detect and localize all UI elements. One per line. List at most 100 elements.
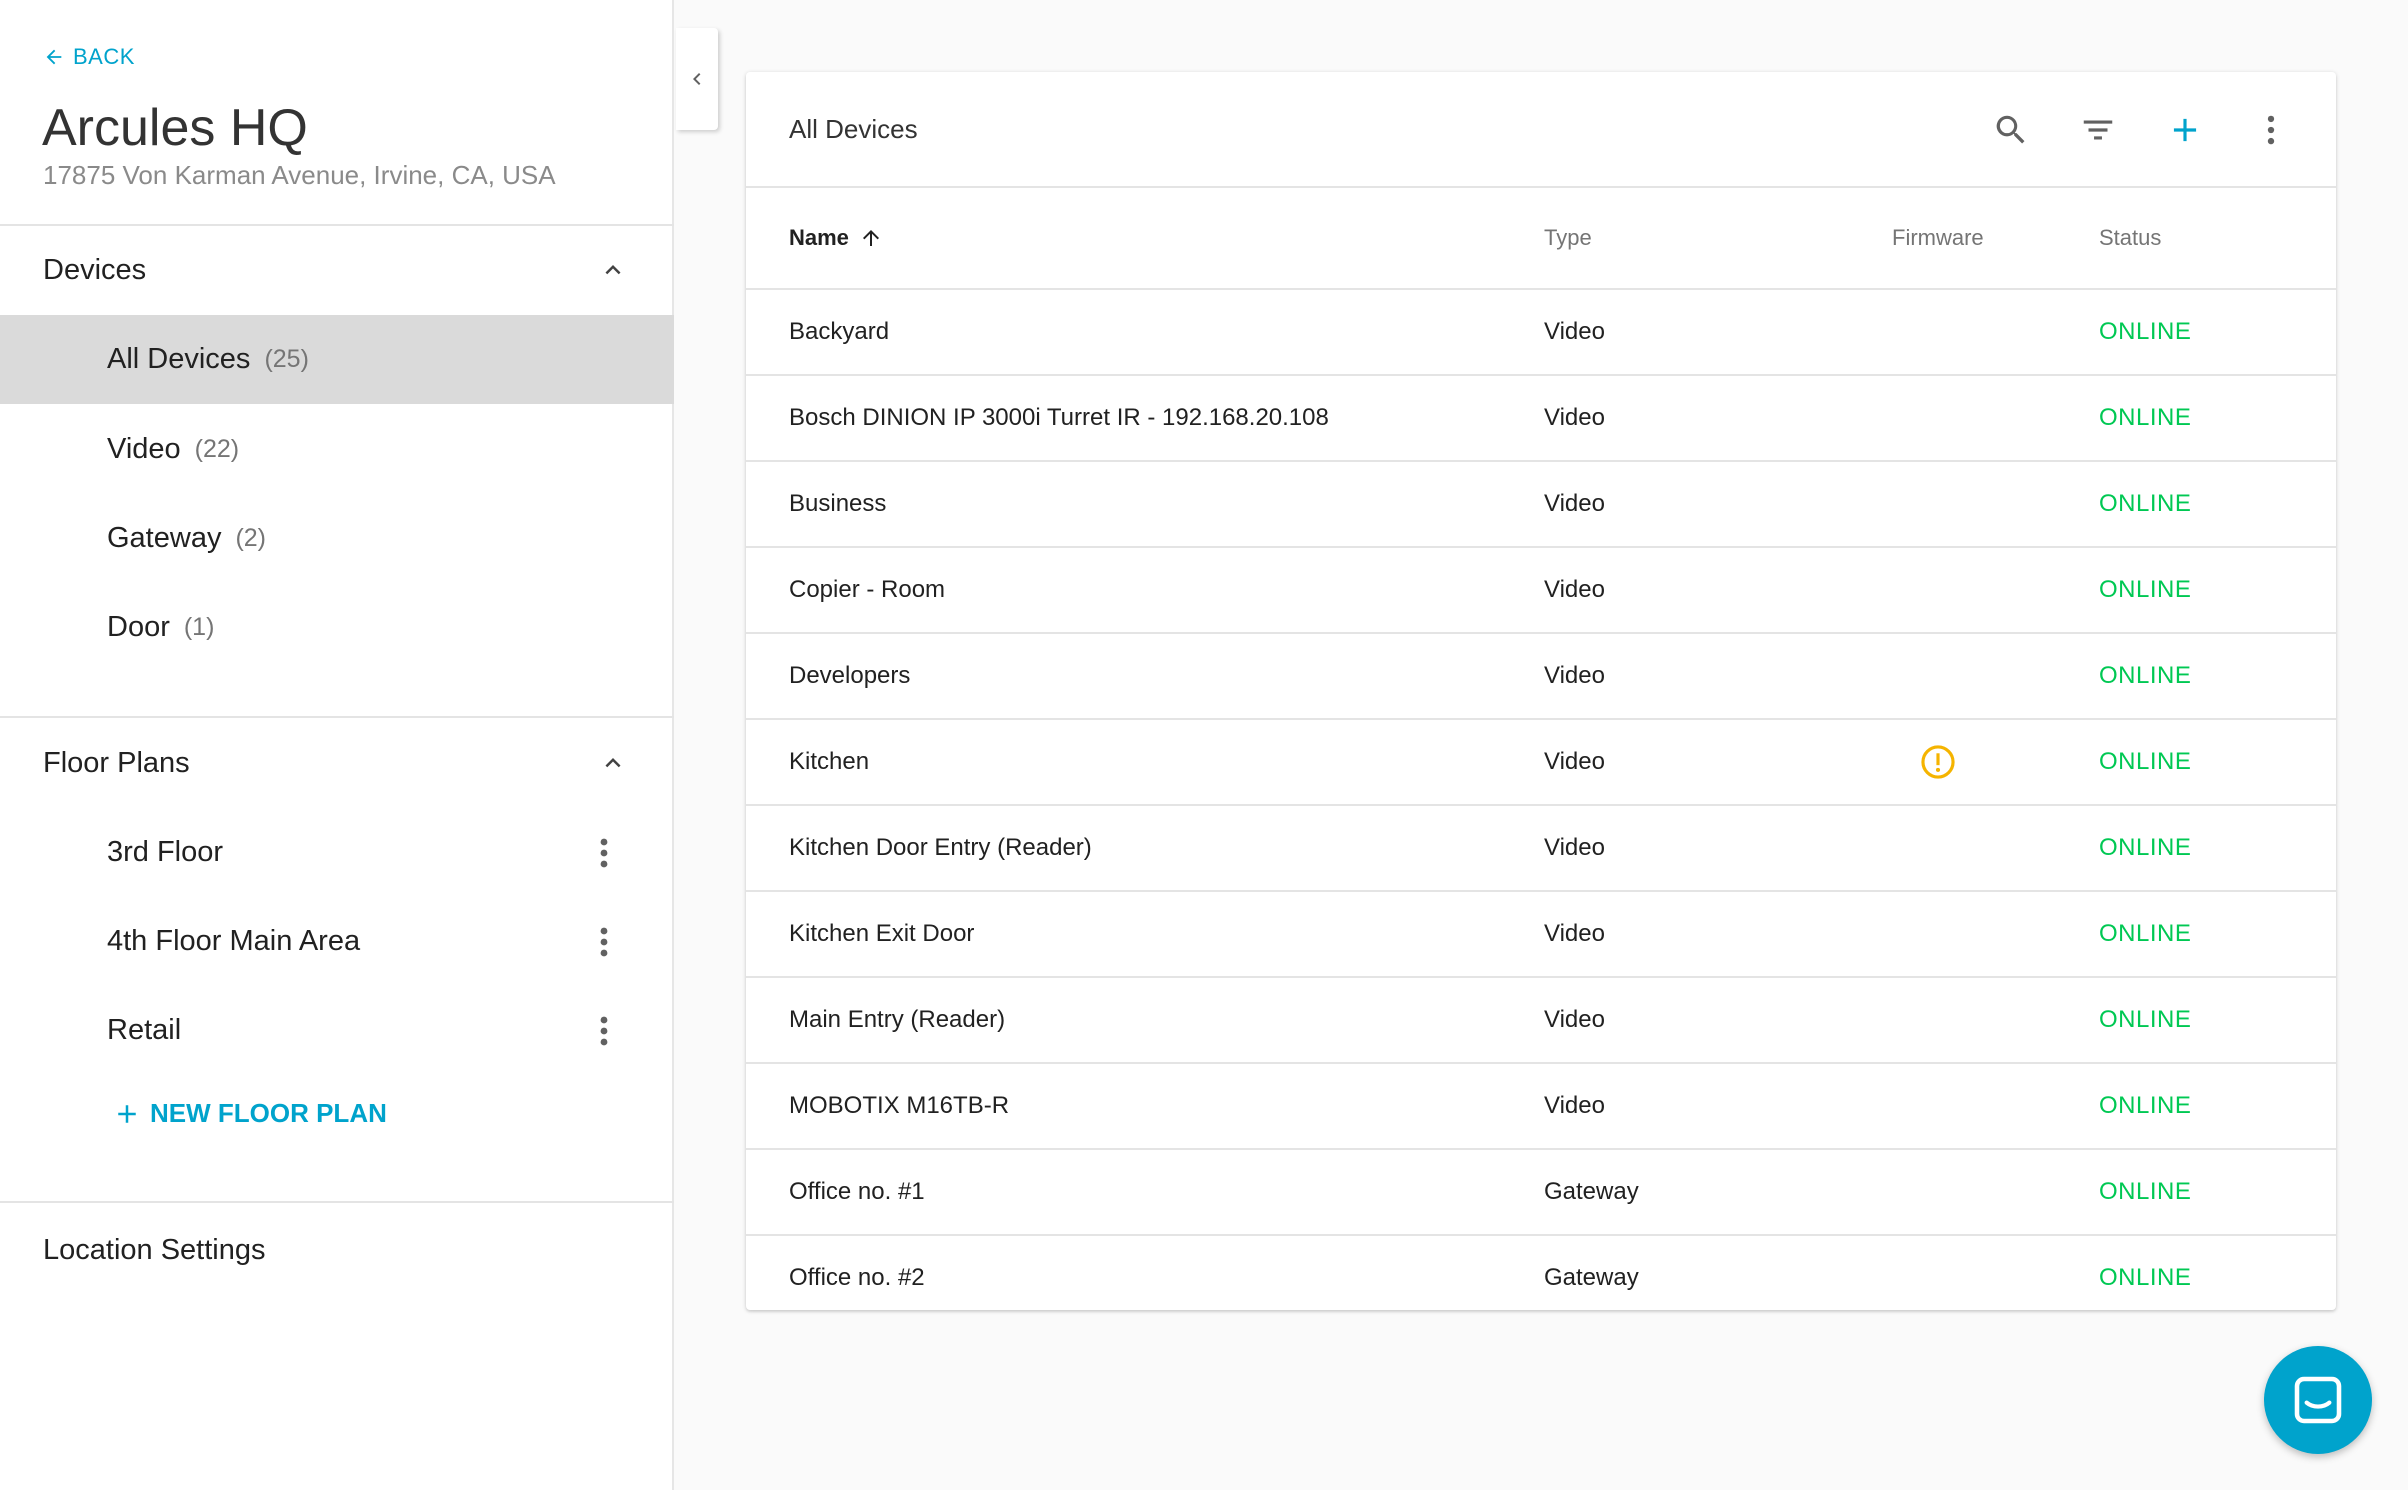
device-type-cell: Video (1544, 1092, 1605, 1119)
table-row[interactable]: Office no. #2 Gateway ONLINE (746, 1236, 2336, 1310)
status-badge: ONLINE (2099, 404, 2192, 431)
sidebar-item-label: Door (107, 611, 170, 643)
more-vert-icon[interactable] (589, 924, 619, 960)
device-name-cell: Bosch DINION IP 3000i Turret IR - 192.16… (789, 404, 1329, 431)
device-type-cell: Video (1544, 834, 1605, 861)
arrow-left-icon (46, 49, 62, 65)
status-badge: ONLINE (2099, 1092, 2192, 1119)
chevron-left-icon (693, 73, 701, 85)
collapse-sidebar-button[interactable] (676, 28, 718, 130)
column-header-name[interactable]: Name (789, 188, 883, 288)
device-type-cell: Video (1544, 318, 1605, 345)
table-row[interactable]: Copier - Room Video ONLINE (746, 548, 2336, 634)
location-title: Arcules HQ (42, 99, 308, 157)
filter-icon (2083, 120, 2113, 140)
more-vert-icon[interactable] (589, 1013, 619, 1049)
table-row[interactable]: Backyard Video ONLINE (746, 290, 2336, 376)
device-name-cell: Business (789, 490, 887, 517)
back-button[interactable]: BACK (43, 44, 135, 70)
new-floor-plan-label: NEW FLOOR PLAN (150, 1098, 387, 1128)
location-settings-label: Location Settings (43, 1233, 266, 1266)
device-firmware-cell (1919, 720, 1957, 804)
device-name-cell: Kitchen Exit Door (789, 920, 975, 947)
chat-icon (2294, 1376, 2342, 1424)
chevron-up-icon[interactable] (598, 255, 628, 285)
table-row[interactable]: Main Entry (Reader) Video ONLINE (746, 978, 2336, 1064)
sidebar-item-label: Gateway (107, 522, 222, 554)
floor-plans-section-label: Floor Plans (43, 746, 190, 779)
floor-plan-item-3rd-floor[interactable]: 3rd Floor (0, 808, 674, 897)
warning-icon[interactable] (1919, 743, 1957, 781)
sidebar-item-door[interactable]: Door (1) (0, 583, 674, 672)
search-button[interactable] (1983, 102, 2039, 158)
plus-icon (118, 1104, 136, 1123)
location-address: 17875 Von Karman Avenue, Irvine, CA, USA (43, 160, 556, 190)
sidebar-item-all-devices[interactable]: All Devices (25) (0, 315, 674, 404)
device-type-cell: Video (1544, 662, 1605, 689)
sidebar-item-count: (25) (264, 345, 309, 373)
column-header-status[interactable]: Status (2099, 188, 2161, 288)
device-name-cell: Office no. #2 (789, 1264, 925, 1291)
card-title: All Devices (789, 114, 918, 144)
device-type-cell: Gateway (1544, 1178, 1639, 1205)
add-device-button[interactable] (2157, 102, 2213, 158)
new-floor-plan-button[interactable]: NEW FLOOR PLAN (112, 1098, 387, 1129)
status-badge: ONLINE (2099, 1006, 2192, 1033)
device-type-cell: Video (1544, 404, 1605, 431)
device-name-cell: Backyard (789, 318, 890, 345)
table-row[interactable]: MOBOTIX M16TB-R Video ONLINE (746, 1064, 2336, 1150)
back-label: BACK (73, 44, 135, 69)
device-name-cell: Kitchen (789, 748, 870, 775)
device-type-cell: Video (1544, 490, 1605, 517)
location-settings-link[interactable]: Location Settings (0, 1205, 674, 1295)
sidebar-item-label: All Devices (107, 343, 251, 375)
device-type-cell: Video (1544, 1006, 1605, 1033)
floor-plan-item-retail[interactable]: Retail (0, 986, 674, 1075)
sidebar-item-video[interactable]: Video (22) (0, 405, 674, 494)
device-name-cell: Office no. #1 (789, 1178, 925, 1205)
floor-plan-label: 3rd Floor (107, 836, 224, 868)
status-badge: ONLINE (2099, 920, 2192, 947)
sidebar-item-gateway[interactable]: Gateway (2) (0, 494, 674, 583)
table-row[interactable]: Kitchen Video ONLINE (746, 720, 2336, 806)
table-row[interactable]: Business Video ONLINE (746, 462, 2336, 548)
search-icon (1996, 115, 2025, 144)
table-row[interactable]: Office no. #1 Gateway ONLINE (746, 1150, 2336, 1236)
more-options-button[interactable] (2243, 102, 2299, 158)
status-badge: ONLINE (2099, 1264, 2192, 1291)
devices-section-header[interactable]: Devices (0, 225, 674, 315)
sidebar-item-count: (22) (194, 435, 240, 463)
floor-plan-item-4th-floor[interactable]: 4th Floor Main Area (0, 897, 674, 986)
arrow-up-icon (862, 230, 879, 246)
chevron-up-icon[interactable] (598, 748, 628, 778)
device-type-cell: Gateway (1544, 1264, 1639, 1291)
device-name-cell: Main Entry (Reader) (789, 1006, 1006, 1033)
filter-button[interactable] (2070, 102, 2126, 158)
status-badge: ONLINE (2099, 834, 2192, 861)
card-header: All Devices (746, 72, 2336, 188)
chat-button[interactable] (2264, 1346, 2372, 1454)
sidebar-item-label: Video (107, 433, 181, 465)
devices-card: All Devices Name Type Firmware Status Ba… (746, 72, 2336, 1310)
device-name-cell: Developers (789, 662, 911, 689)
more-vert-icon[interactable] (589, 835, 619, 871)
device-type-cell: Video (1544, 576, 1605, 603)
table-row[interactable]: Bosch DINION IP 3000i Turret IR - 192.16… (746, 376, 2336, 462)
column-header-label: Name (789, 225, 849, 250)
status-badge: ONLINE (2099, 1178, 2192, 1205)
floor-plans-section-header[interactable]: Floor Plans (0, 718, 674, 808)
status-badge: ONLINE (2099, 662, 2192, 689)
status-badge: ONLINE (2099, 318, 2192, 345)
device-name-cell: MOBOTIX M16TB-R (789, 1092, 1010, 1119)
more-vert-icon (2267, 115, 2275, 145)
sidebar-item-count: (1) (183, 613, 215, 641)
table-row[interactable]: Kitchen Exit Door Video ONLINE (746, 892, 2336, 978)
status-badge: ONLINE (2099, 748, 2192, 775)
devices-section-label: Devices (43, 253, 147, 286)
table-row[interactable]: Developers Video ONLINE (746, 634, 2336, 720)
column-header-firmware[interactable]: Firmware (1892, 188, 1984, 288)
column-header-type[interactable]: Type (1544, 188, 1592, 288)
device-name-cell: Copier - Room (789, 576, 946, 603)
table-row[interactable]: Kitchen Door Entry (Reader) Video ONLINE (746, 806, 2336, 892)
floor-plan-label: 4th Floor Main Area (107, 925, 361, 957)
